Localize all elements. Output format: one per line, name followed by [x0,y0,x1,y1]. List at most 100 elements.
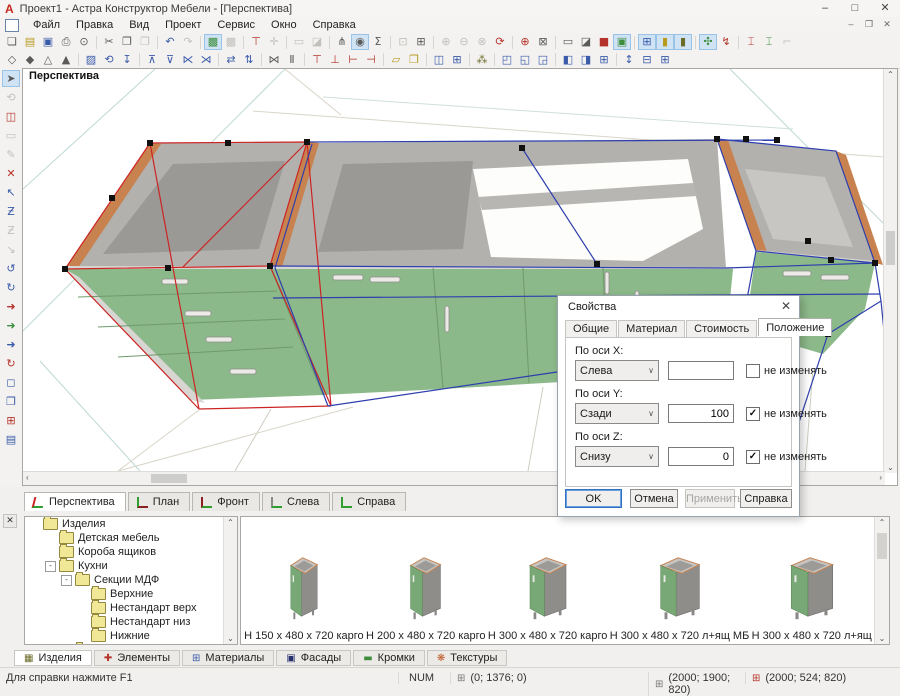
tool-button[interactable]: ❐ [2,393,20,410]
toolbar-button[interactable]: ▭ [559,34,577,50]
tab-material[interactable]: Материал [618,320,685,337]
axis-z-input[interactable] [668,447,734,466]
tool-button[interactable]: ⊞ [2,412,20,429]
scroll-down-icon[interactable]: ⌄ [876,634,888,643]
toolbar-button[interactable]: ⊖ [455,34,473,50]
tool-button[interactable]: ↖ [2,184,20,201]
scroll-thumb[interactable] [886,231,895,265]
tool-button[interactable]: ✕ [2,165,20,182]
menu-help[interactable]: Справка [305,19,364,31]
tree-item[interactable]: Изделия [25,517,237,531]
gallery-scrollbar[interactable]: ⌃ ⌄ [874,517,889,644]
toolbar-button[interactable]: ⊗ [473,34,491,50]
toolbar-button[interactable]: ◨ [577,52,595,68]
toolbar-button[interactable]: ⊞ [656,52,674,68]
cancel-button[interactable]: Отмена [630,489,678,508]
tool-button[interactable]: ◫ [2,108,20,125]
toolbar-button[interactable]: ▮ [656,34,674,50]
toolbar-button[interactable]: ⊞ [638,34,656,50]
tool-button[interactable]: ↻ [2,355,20,372]
toolbar-button[interactable]: ✂ [100,34,118,50]
axis-x-checkbox[interactable] [746,364,760,378]
toolbar-button[interactable]: ◰ [498,52,516,68]
toolbar-button[interactable]: ▩ [222,34,240,50]
menu-window[interactable]: Окно [263,19,305,31]
toolbar-button[interactable]: ⌶ [760,34,778,50]
menu-project[interactable]: Проект [157,19,209,31]
tree-scrollbar[interactable]: ⌃ ⌄ [223,517,237,644]
view-tab[interactable]: Справа [332,492,406,511]
scroll-left-icon[interactable]: ‹ [26,473,29,482]
toolbar-button[interactable]: ▤ [21,34,39,50]
toolbar-button[interactable]: ■ [595,34,613,50]
tool-button[interactable]: ➜ [2,317,20,334]
tree-item[interactable]: Нестандарт верх [25,601,237,615]
tool-button[interactable]: ↺ [2,260,20,277]
toolbar-button[interactable]: ⊢ [344,52,362,68]
toolbar-button[interactable]: ↶ [161,34,179,50]
axis-x-input[interactable] [668,361,734,380]
toolbar-button[interactable]: ◱ [516,52,534,68]
toolbar-button[interactable]: ⊤ [308,52,326,68]
axis-z-select[interactable]: Снизу ∨ [575,446,659,467]
toolbar-button[interactable]: ⟳ [491,34,509,50]
toolbar-button[interactable]: ⊣ [362,52,380,68]
view-tab[interactable]: Фронт [192,492,260,511]
axis-y-checkbox[interactable]: ✓ [746,407,760,421]
axis-x-select[interactable]: Слева ∨ [575,360,659,381]
tool-button[interactable]: ▤ [2,431,20,448]
axis-y-select[interactable]: Сзади ∨ [575,403,659,424]
help-button[interactable]: Справка [740,489,792,508]
toolbar-button[interactable]: ⊼ [143,52,161,68]
tool-button[interactable]: Ƶ [2,203,20,220]
tool-button[interactable]: ◻ [2,374,20,391]
toolbar-button[interactable]: ⋈ [265,52,283,68]
panel-close-icon[interactable]: ✕ [3,514,17,528]
toolbar-button[interactable]: ⊠ [534,34,552,50]
toolbar-button[interactable]: ⋉ [179,52,197,68]
toolbar-button[interactable]: ▣ [39,34,57,50]
library-tab[interactable]: ▦ Изделия [14,650,92,666]
library-tab[interactable]: ▬ Кромки [353,650,425,666]
toolbar-button[interactable]: ▮ [674,34,692,50]
toolbar-button[interactable]: ❏ [3,34,21,50]
scroll-down-icon[interactable]: ⌄ [885,463,896,472]
toolbar-button[interactable]: ⊞ [412,34,430,50]
toolbar-button[interactable]: ⌐ [778,34,796,50]
tool-button[interactable]: ➜ [2,336,20,353]
tree-expander[interactable]: - [61,575,72,586]
toolbar-button[interactable]: ▣ [613,34,631,50]
tool-button[interactable]: ➤ [2,70,20,87]
menu-edit[interactable]: Правка [68,19,121,31]
toolbar-button[interactable]: ▱ [387,52,405,68]
tab-position[interactable]: Положение [758,318,832,336]
scroll-up-icon[interactable]: ⌃ [876,518,888,527]
toolbar-button[interactable]: ◇ [3,52,21,68]
toolbar-button[interactable]: Σ [369,34,387,50]
toolbar-button[interactable]: ◲ [534,52,552,68]
tool-button[interactable]: ✎ [2,146,20,163]
toolbar-button[interactable]: ▲ [57,52,75,68]
gallery-item[interactable]: Н 300 х 480 х 720 карго [488,548,608,642]
toolbar-button[interactable]: ⊡ [394,34,412,50]
toolbar-button[interactable]: ⎙ [57,34,75,50]
toolbar-button[interactable]: ⇄ [222,52,240,68]
scroll-right-icon[interactable]: › [879,473,882,482]
mdi-minimize-button[interactable]: – [842,17,860,32]
toolbar-button[interactable]: ⊟ [638,52,656,68]
scroll-up-icon[interactable]: ⌃ [225,518,236,527]
mdi-restore-button[interactable]: ❐ [860,17,878,32]
apply-button[interactable]: Применить [685,489,735,508]
toolbar-button[interactable]: ↧ [118,52,136,68]
toolbar-button[interactable]: ◪ [308,34,326,50]
library-tab[interactable]: ⊞ Материалы [182,650,274,666]
minimize-button[interactable]: – [810,0,840,17]
toolbar-button[interactable]: ↯ [717,34,735,50]
toolbar-button[interactable]: △ [39,52,57,68]
toolbar-button[interactable]: ⟲ [100,52,118,68]
toolbar-button[interactable]: ◪ [577,34,595,50]
toolbar-button[interactable]: ↷ [179,34,197,50]
scroll-up-icon[interactable]: ⌃ [885,70,896,79]
menu-service[interactable]: Сервис [209,19,263,31]
toolbar-button[interactable]: ⋔ [333,34,351,50]
